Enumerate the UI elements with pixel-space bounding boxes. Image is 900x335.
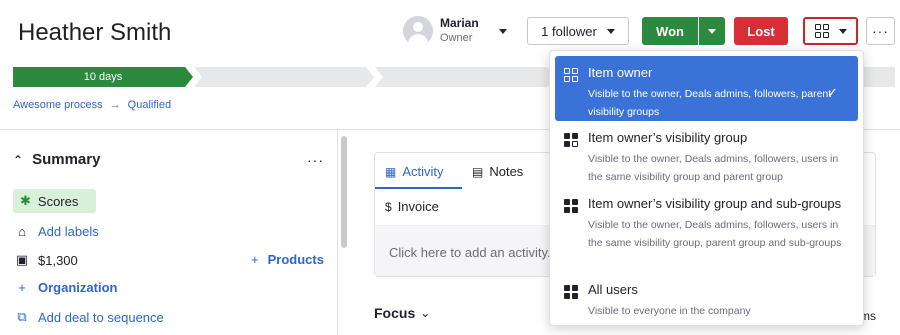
focus-label: Focus bbox=[374, 305, 416, 321]
caret-down-icon bbox=[838, 28, 847, 34]
deal-value[interactable]: ▣ $1,300 bbox=[13, 252, 78, 268]
follower-label: 1 follower bbox=[541, 23, 597, 39]
tab-invoice-label: Invoice bbox=[397, 199, 439, 214]
notes-icon: ▤ bbox=[472, 164, 484, 179]
organization-link[interactable]: + Organization bbox=[13, 280, 117, 295]
caret-down-icon bbox=[708, 28, 716, 34]
lost-label: Lost bbox=[747, 23, 775, 39]
check-icon: ✓ bbox=[827, 85, 838, 100]
tab-notes[interactable]: ▤ Notes bbox=[472, 164, 523, 179]
plus-icon: + bbox=[251, 252, 259, 267]
visibility-option-owner-group-subgroups[interactable]: Item owner’s visibility group and sub-gr… bbox=[555, 187, 858, 273]
add-labels-link[interactable]: ⌂ Add labels bbox=[13, 224, 99, 239]
deal-detail-page: Heather Smith Marian Owner 1 follower Wo… bbox=[0, 0, 900, 335]
add-products-link[interactable]: + Products bbox=[251, 252, 324, 267]
active-tab-indicator bbox=[375, 187, 462, 189]
tag-icon: ⌂ bbox=[18, 224, 26, 239]
breadcrumb: Awesome process → Qualified bbox=[13, 99, 171, 111]
won-dropdown-button[interactable] bbox=[699, 17, 725, 45]
more-actions-button[interactable]: ··· bbox=[866, 17, 895, 45]
sidebar-scrollbar[interactable] bbox=[341, 136, 347, 248]
products-label: Products bbox=[267, 252, 324, 267]
summary-toggle[interactable]: ⌃ Summary bbox=[13, 151, 100, 168]
summary-heading: Summary bbox=[32, 151, 101, 168]
option-title: All users bbox=[588, 282, 638, 297]
scores-label: Scores bbox=[37, 193, 79, 209]
summary-more-button[interactable]: ··· bbox=[307, 152, 324, 168]
tab-notes-label: Notes bbox=[489, 164, 524, 179]
owner-role: Owner bbox=[440, 32, 473, 44]
tab-invoice[interactable]: $ Invoice bbox=[385, 199, 439, 214]
visibility-option-all-users[interactable]: All users Visible to everyone in the com… bbox=[555, 273, 858, 321]
visibility-grid-icon bbox=[564, 199, 578, 213]
option-title: Item owner’s visibility group bbox=[588, 130, 748, 145]
divider bbox=[337, 130, 338, 335]
organization-label: Organization bbox=[38, 280, 118, 295]
won-label: Won bbox=[656, 23, 684, 39]
deal-value-amount: $1,300 bbox=[38, 252, 78, 268]
focus-toggle[interactable]: Focus ⌄ bbox=[374, 305, 430, 321]
caret-down-icon bbox=[606, 28, 615, 34]
pipeline-stage-active[interactable]: 10 days bbox=[13, 67, 193, 87]
visibility-menu: Item owner Visible to the owner, Deals a… bbox=[549, 50, 864, 326]
plus-icon: + bbox=[18, 280, 26, 295]
option-title: Item owner’s visibility group and sub-gr… bbox=[588, 196, 842, 211]
calendar-icon: ▦ bbox=[385, 164, 397, 179]
caret-down-icon bbox=[498, 28, 507, 34]
visibility-grid-icon bbox=[564, 285, 578, 299]
owner-info: Marian Owner bbox=[440, 16, 479, 46]
more-icon: ··· bbox=[872, 23, 889, 39]
lost-button[interactable]: Lost bbox=[734, 17, 788, 45]
chevron-up-icon: ⌃ bbox=[13, 152, 24, 167]
pipeline-stage[interactable] bbox=[375, 67, 555, 87]
money-icon: ▣ bbox=[15, 252, 29, 267]
sequence-icon: ⧉ bbox=[17, 309, 27, 324]
follower-button[interactable]: 1 follower bbox=[527, 17, 629, 45]
add-sequence-link[interactable]: ⧉ Add deal to sequence bbox=[13, 309, 164, 325]
owner-selector[interactable]: Marian Owner bbox=[403, 16, 507, 46]
scores-badge[interactable]: ✱ Scores bbox=[13, 189, 96, 213]
option-description: Visible to the owner, Deals admins, foll… bbox=[588, 88, 832, 118]
visibility-option-item-owner[interactable]: Item owner Visible to the owner, Deals a… bbox=[555, 56, 858, 121]
option-description: Visible to the owner, Deals admins, foll… bbox=[588, 153, 839, 183]
option-description: Visible to everyone in the company bbox=[588, 305, 751, 317]
visibility-button[interactable] bbox=[803, 17, 858, 45]
pipeline-stage[interactable] bbox=[194, 67, 374, 87]
tab-activity[interactable]: ▦ Activity bbox=[385, 164, 444, 179]
tab-activity-label: Activity bbox=[402, 164, 444, 179]
deal-title: Heather Smith bbox=[18, 19, 172, 46]
visibility-grid-icon bbox=[564, 133, 578, 147]
breadcrumb-pipeline[interactable]: Awesome process bbox=[13, 99, 103, 111]
scores-icon: ✱ bbox=[20, 193, 31, 208]
invoice-icon: $ bbox=[385, 199, 392, 214]
won-button[interactable]: Won bbox=[642, 17, 698, 45]
visibility-option-owner-group[interactable]: Item owner’s visibility group Visible to… bbox=[555, 121, 858, 187]
stage-duration: 10 days bbox=[83, 71, 123, 83]
avatar-icon bbox=[403, 16, 433, 46]
add-activity-placeholder[interactable]: Click here to add an activity... bbox=[389, 245, 558, 260]
option-title: Item owner bbox=[588, 65, 653, 80]
add-sequence-label: Add deal to sequence bbox=[38, 309, 164, 325]
add-labels-label: Add labels bbox=[38, 224, 99, 239]
breadcrumb-stage[interactable]: Qualified bbox=[128, 99, 171, 111]
visibility-grid-icon bbox=[564, 68, 578, 82]
visibility-grid-icon bbox=[814, 24, 829, 38]
owner-name: Marian bbox=[440, 16, 479, 30]
option-description: Visible to the owner, Deals admins, foll… bbox=[588, 219, 842, 249]
arrow-right-icon: → bbox=[109, 99, 121, 111]
chevron-down-icon: ⌄ bbox=[420, 306, 431, 320]
